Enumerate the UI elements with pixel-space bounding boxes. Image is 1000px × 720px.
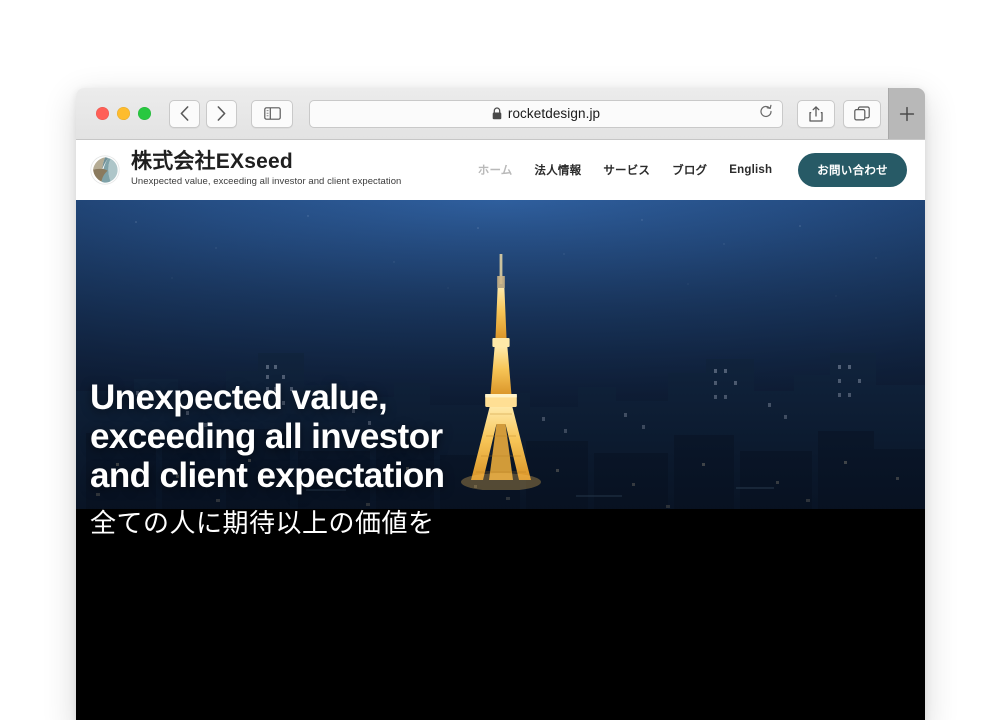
share-button[interactable] (797, 99, 835, 128)
screenshot-stage: rocketdesign.jp 株式会社EXseed Unexpected va… (0, 0, 1000, 720)
sidebar-toggle-button[interactable] (251, 99, 293, 128)
reload-button[interactable] (759, 104, 773, 123)
hero-black-band (76, 509, 925, 720)
hero-copy: Unexpected value, exceeding all investor… (90, 378, 790, 539)
maximize-button[interactable] (138, 107, 151, 120)
tab-overview-button[interactable] (843, 99, 881, 128)
window-controls (96, 107, 151, 120)
address-bar[interactable]: rocketdesign.jp (309, 99, 783, 128)
reload-icon (760, 104, 772, 117)
forward-button[interactable] (206, 99, 237, 128)
new-tab-button[interactable] (888, 88, 925, 139)
brand-title: 株式会社EXseed (131, 150, 293, 174)
nav-item-english[interactable]: English (729, 164, 772, 176)
chevron-left-icon (180, 106, 189, 121)
share-icon (809, 105, 823, 122)
contact-button[interactable]: お問い合わせ (798, 153, 907, 187)
sidebar-icon (263, 107, 281, 120)
brand-text: 株式会社EXseed Unexpected value, exceeding a… (131, 151, 401, 188)
navigation-buttons (169, 99, 237, 128)
hero-section: Unexpected value, exceeding all investor… (76, 200, 925, 720)
nav-item-home[interactable]: ホーム (478, 162, 513, 178)
browser-toolbar: rocketdesign.jp (76, 88, 925, 140)
nav-item-services[interactable]: サービス (603, 162, 650, 178)
hero-title-line-1: Unexpected value, (90, 378, 388, 417)
hero-title-line-3: and client expectation (90, 456, 445, 496)
brand-tagline: Unexpected value, exceeding all investor… (131, 176, 402, 188)
hero-subtitle: 全ての人に期待以上の価値を (90, 507, 435, 538)
url-text: rocketdesign.jp (507, 106, 601, 121)
exseed-circle-logo-icon (90, 155, 120, 185)
site-header: 株式会社EXseed Unexpected value, exceeding a… (76, 140, 925, 200)
back-button[interactable] (169, 99, 200, 128)
toolbar-right-group (797, 99, 881, 128)
site-navigation: ホーム 法人情報 サービス ブログ English お問い合わせ (478, 153, 907, 187)
web-page-content: 株式会社EXseed Unexpected value, exceeding a… (76, 140, 925, 720)
tabs-icon (854, 106, 870, 121)
brand-home-link[interactable]: 株式会社EXseed Unexpected value, exceeding a… (90, 151, 401, 188)
nav-item-corporate-info[interactable]: 法人情報 (535, 162, 582, 178)
hero-title-line-2: exceeding all investor (90, 417, 443, 457)
browser-window: rocketdesign.jp 株式会社EXseed Unexpected va… (76, 88, 925, 720)
lock-icon (492, 107, 502, 120)
chevron-right-icon (217, 106, 226, 121)
nav-item-blog[interactable]: ブログ (672, 162, 707, 178)
close-button[interactable] (96, 107, 109, 120)
minimize-button[interactable] (117, 107, 130, 120)
hero-title: Unexpected value, exceeding all investor… (90, 378, 790, 496)
address-bar-content: rocketdesign.jp (492, 106, 600, 121)
plus-icon (899, 106, 915, 121)
